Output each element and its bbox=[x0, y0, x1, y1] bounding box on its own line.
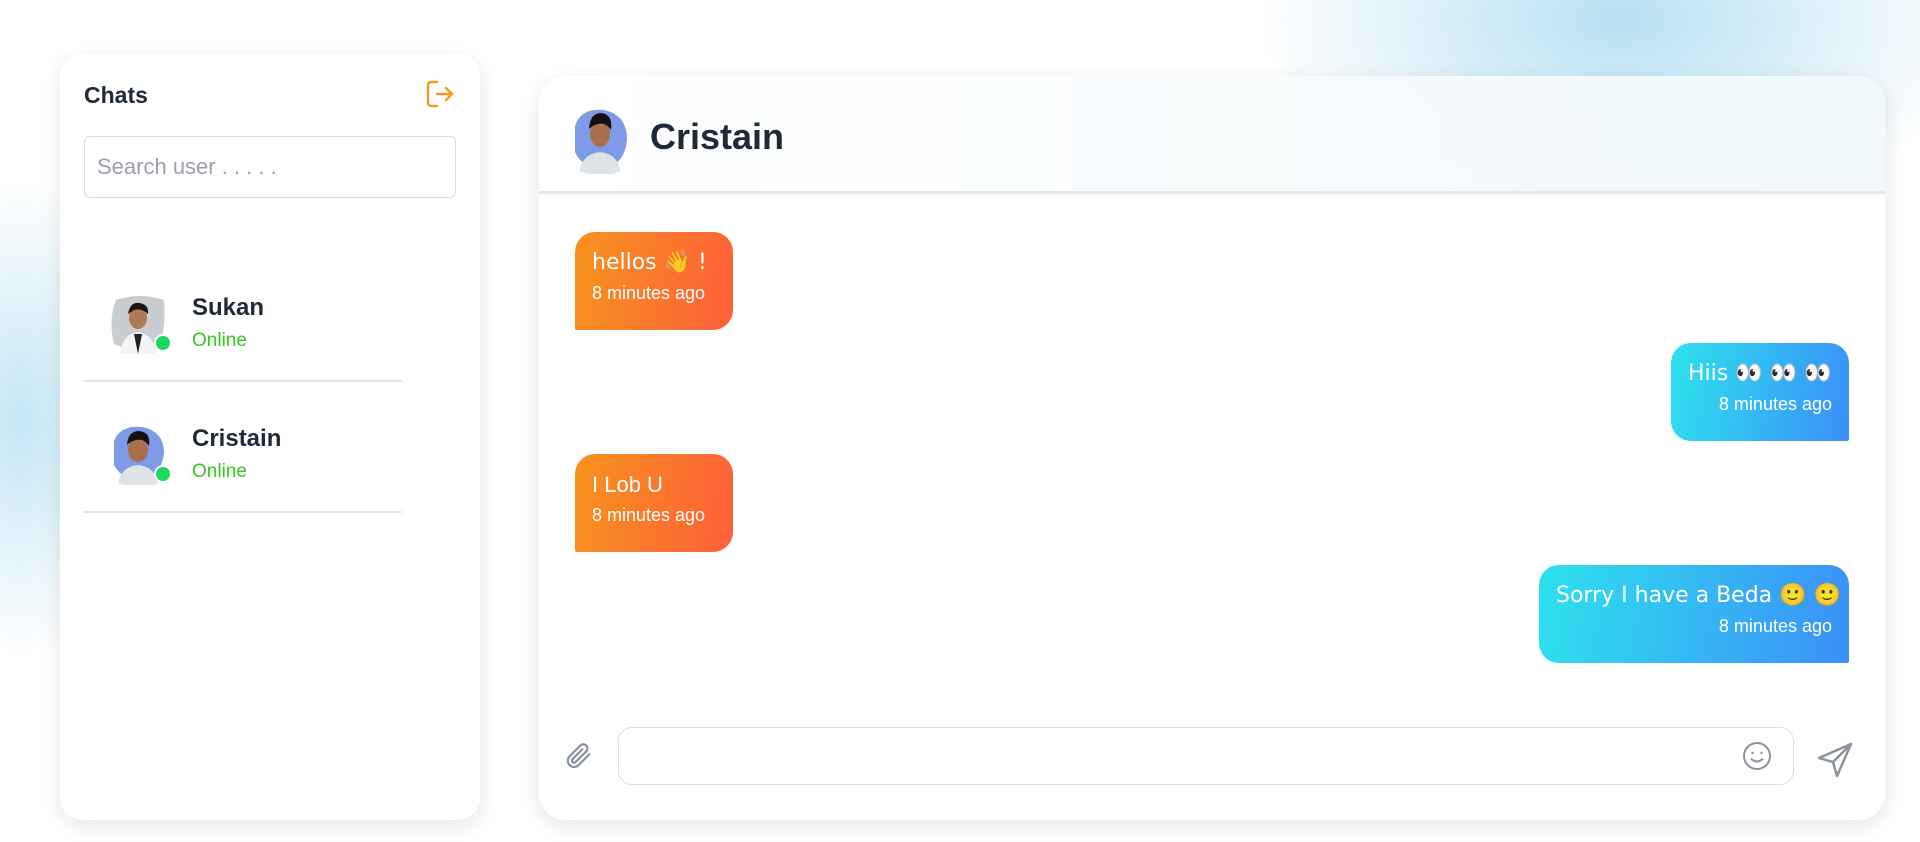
sidebar-title: Chats bbox=[84, 82, 148, 108]
message-text: I Lob U bbox=[592, 472, 663, 497]
contact-name: Cristain bbox=[650, 116, 785, 157]
message-time: 8 minutes ago bbox=[592, 505, 706, 525]
message-bubble-received: I Lob U 8 minutes ago bbox=[575, 454, 733, 552]
online-indicator bbox=[154, 465, 172, 483]
chat-panel: Cristain hellos 👋 ! 8 minutes ago Hiis 👀… bbox=[539, 76, 1885, 820]
avatar bbox=[106, 290, 172, 354]
message-time: 8 minutes ago bbox=[1718, 394, 1832, 414]
user-list-item-cristain[interactable]: Cristain Online bbox=[84, 393, 402, 513]
online-indicator bbox=[154, 334, 172, 352]
message-text: Sorry I have a Beda 🙂 🙂 bbox=[1556, 583, 1841, 608]
message-bubble-received: hellos 👋 ! 8 minutes ago bbox=[575, 232, 733, 330]
smiley-icon[interactable] bbox=[1741, 740, 1773, 772]
message-bubble-sent: Sorry I have a Beda 🙂 🙂 8 minutes ago bbox=[1539, 565, 1849, 663]
send-icon[interactable] bbox=[1815, 740, 1855, 780]
user-status: Online bbox=[192, 461, 247, 482]
message-input[interactable] bbox=[618, 727, 1794, 785]
chat-sidebar: Chats Sukan Online bbox=[60, 54, 480, 820]
user-status: Online bbox=[192, 330, 247, 351]
logout-icon[interactable] bbox=[424, 78, 456, 110]
message-bubble-sent: Hiis 👀 👀 👀 8 minutes ago bbox=[1671, 343, 1849, 441]
message-time: 8 minutes ago bbox=[592, 283, 706, 303]
chat-header: Cristain bbox=[539, 76, 1885, 194]
message-text: Hiis 👀 👀 👀 bbox=[1688, 361, 1832, 386]
search-user-input[interactable] bbox=[84, 136, 456, 198]
contact-avatar bbox=[569, 104, 631, 174]
user-name: Cristain bbox=[192, 425, 282, 452]
message-text: hellos 👋 ! bbox=[592, 250, 707, 275]
paperclip-icon[interactable] bbox=[563, 740, 593, 770]
message-time: 8 minutes ago bbox=[1718, 616, 1832, 636]
user-name: Sukan bbox=[192, 294, 265, 321]
avatar bbox=[106, 421, 172, 485]
user-list-item-sukan[interactable]: Sukan Online bbox=[84, 262, 402, 382]
